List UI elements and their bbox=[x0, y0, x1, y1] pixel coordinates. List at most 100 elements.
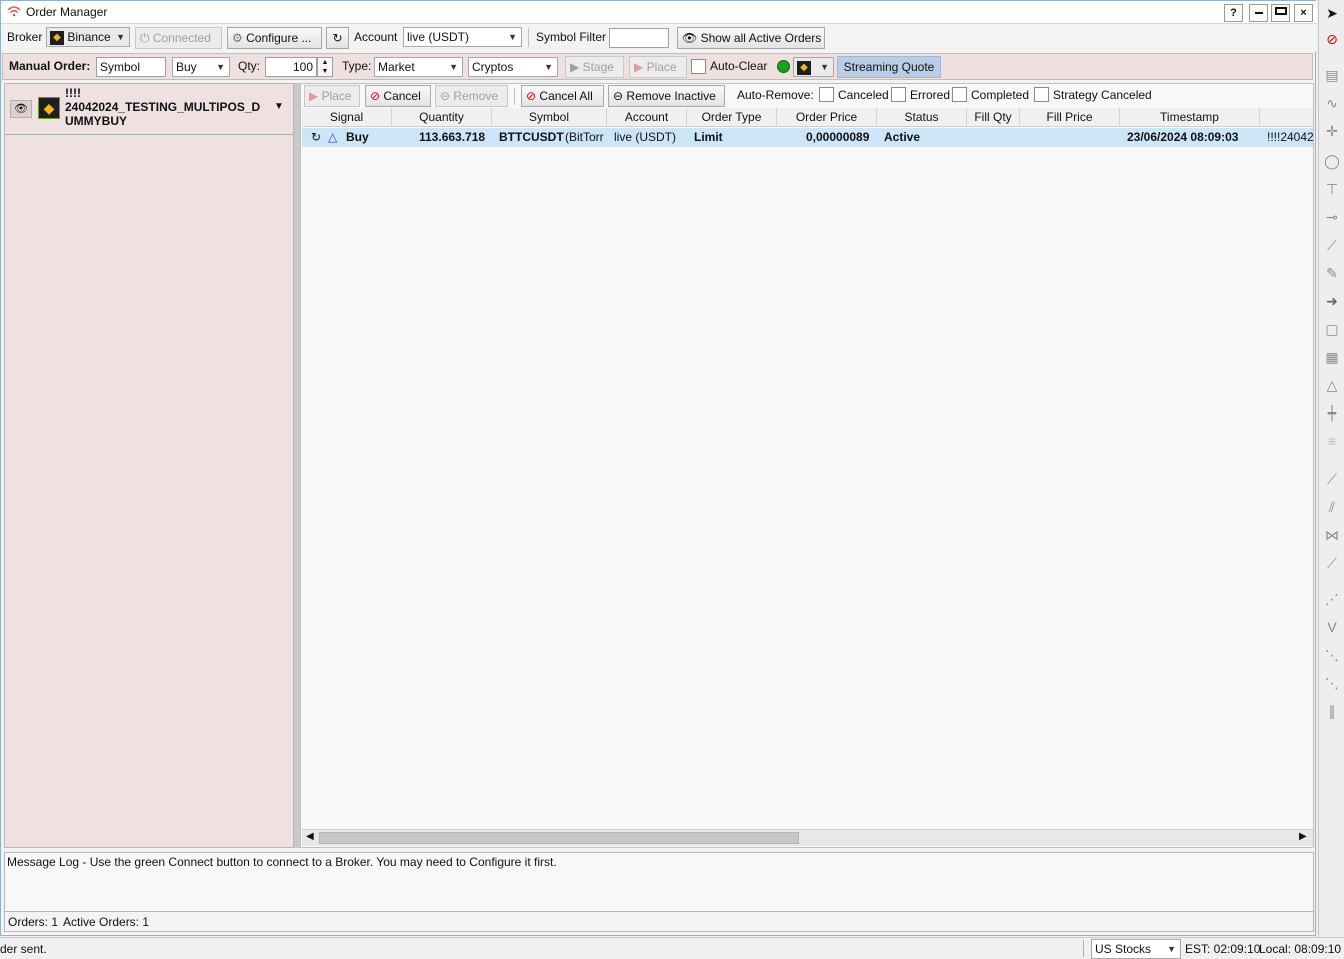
broker-select[interactable]: ◆ Binance ▼ bbox=[46, 27, 130, 47]
strategy-pane: 👁 ◆ !!!! 24042024_TESTING_MULTIPOS_D UMM… bbox=[4, 83, 294, 848]
manual-order-bar: Manual Order: Symbol Buy ▼ Qty: 100 ▲ ▼ T… bbox=[2, 53, 1313, 80]
qty-input[interactable]: 100 bbox=[265, 57, 317, 77]
scroll-right-icon[interactable]: ▶ bbox=[1299, 831, 1307, 842]
asset-class-select[interactable]: Cryptos ▼ bbox=[468, 57, 558, 77]
cancel-all-button[interactable]: ⊘ Cancel All bbox=[521, 85, 604, 107]
column-header-quantity[interactable]: Quantity bbox=[392, 108, 492, 127]
horizontal-line-icon[interactable]: ⊸ bbox=[1321, 206, 1343, 228]
prohibited-icon: ⊘ bbox=[370, 89, 381, 103]
eye-icon: 👁 bbox=[14, 103, 28, 115]
connect-button[interactable]: ⏻ Connected bbox=[135, 27, 222, 49]
cell-order-price: 0,00000089 bbox=[806, 130, 870, 144]
column-header-order-type[interactable]: Order Type bbox=[687, 108, 777, 127]
app-status-bar: der sent. US Stocks ▼ EST: 02:09:10 Loca… bbox=[0, 937, 1344, 959]
pitchfork-icon[interactable]: ⋱ bbox=[1321, 644, 1343, 666]
symbol-filter-input[interactable] bbox=[609, 28, 669, 48]
market-select-value: US Stocks bbox=[1095, 942, 1152, 956]
column-header-fill-qty[interactable]: Fill Qty bbox=[967, 108, 1020, 127]
symbol-input[interactable]: Symbol bbox=[96, 57, 166, 77]
column-header-fill-price[interactable]: Fill Price bbox=[1020, 108, 1120, 127]
column-header-timestamp[interactable]: Timestamp bbox=[1120, 108, 1260, 127]
est-clock: EST: 02:09:10 bbox=[1185, 942, 1261, 956]
auto-remove-errored-checkbox[interactable] bbox=[891, 87, 906, 102]
remove-button[interactable]: ⊖ Remove bbox=[435, 85, 508, 107]
visibility-toggle[interactable]: 👁 bbox=[10, 100, 32, 118]
auto-clear-label: Auto-Clear bbox=[710, 59, 768, 73]
column-header-order-price[interactable]: Order Price bbox=[777, 108, 877, 127]
order-manager-window: Order Manager ? × Broker ◆ Binance ▼ ⏻ C… bbox=[0, 0, 1317, 936]
crosshair-icon[interactable]: ✛ bbox=[1321, 120, 1343, 142]
place-button[interactable]: ▶ Place bbox=[304, 85, 360, 107]
auto-clear-checkbox[interactable] bbox=[691, 59, 706, 74]
broker-toolbar: Broker ◆ Binance ▼ ⏻ Connected ⚙ Configu… bbox=[1, 24, 1317, 52]
account-select-value: live (USDT) bbox=[407, 30, 469, 44]
regression-icon[interactable]: ⋱ bbox=[1321, 672, 1343, 694]
scroll-left-icon[interactable]: ◀ bbox=[306, 831, 314, 842]
text-note-icon[interactable]: ▦ bbox=[1321, 346, 1343, 368]
channel-icon[interactable]: ⫽ bbox=[1321, 496, 1343, 518]
remove-inactive-button[interactable]: ⊖ Remove Inactive bbox=[608, 85, 725, 107]
market-select[interactable]: US Stocks ▼ bbox=[1091, 939, 1181, 959]
strategy-item[interactable]: 👁 ◆ !!!! 24042024_TESTING_MULTIPOS_D UMM… bbox=[5, 84, 293, 135]
ray-icon[interactable]: ⟋ bbox=[1321, 468, 1343, 490]
trend-line-icon[interactable]: ⟋ bbox=[1321, 234, 1343, 256]
scrollbar-thumb[interactable] bbox=[319, 832, 799, 844]
streaming-quote-button[interactable]: Streaming Quote bbox=[837, 56, 941, 78]
fib-fan-icon[interactable]: ⋰ bbox=[1321, 588, 1343, 610]
caret-down-icon[interactable]: ▼ bbox=[274, 101, 284, 112]
vertical-line-icon[interactable]: ⊤ bbox=[1321, 178, 1343, 200]
column-header-symbol[interactable]: Symbol bbox=[492, 108, 607, 127]
stage-button[interactable]: ▶ Stage bbox=[565, 56, 624, 78]
column-header-status[interactable]: Status bbox=[877, 108, 967, 127]
arrow-right-icon[interactable]: ➜ bbox=[1321, 290, 1343, 312]
cell-status: Active bbox=[884, 130, 921, 144]
minimize-button[interactable] bbox=[1249, 4, 1268, 22]
divider bbox=[514, 88, 515, 105]
order-type-select[interactable]: Market ▼ bbox=[374, 57, 463, 77]
triangle-icon[interactable]: △ bbox=[1321, 374, 1343, 396]
ellipse-icon[interactable]: ◯ bbox=[1321, 150, 1343, 172]
maximize-button[interactable] bbox=[1271, 4, 1290, 22]
connect-button-label: Connected bbox=[152, 31, 211, 45]
local-clock: Local: 08:09:10 bbox=[1259, 942, 1342, 956]
fibonacci-icon[interactable]: ≡ bbox=[1321, 430, 1343, 452]
play-icon: ▶ bbox=[634, 60, 644, 74]
configure-button[interactable]: ⚙ Configure ... bbox=[227, 27, 322, 49]
horizontal-scrollbar[interactable]: ◀ ▶ bbox=[302, 829, 1313, 846]
side-select-value: Buy bbox=[176, 60, 197, 74]
account-select[interactable]: live (USDT) ▼ bbox=[403, 27, 522, 47]
refresh-button[interactable]: ↻ bbox=[326, 27, 349, 49]
close-button[interactable]: × bbox=[1294, 4, 1313, 22]
column-header-account[interactable]: Account bbox=[607, 108, 687, 127]
cancel-button[interactable]: ⊘ Cancel bbox=[365, 85, 431, 107]
ruler-icon[interactable]: ┿ bbox=[1321, 402, 1343, 424]
cell-order-type: Limit bbox=[694, 130, 723, 144]
time-cycles-icon[interactable]: ∥ bbox=[1321, 700, 1343, 722]
auto-remove-strategy-canceled-checkbox[interactable] bbox=[1034, 87, 1049, 102]
side-select[interactable]: Buy ▼ bbox=[172, 57, 230, 77]
cursor-icon[interactable]: ➤ bbox=[1321, 2, 1343, 24]
column-header-signal[interactable]: Signal bbox=[302, 108, 392, 127]
rectangle-icon[interactable]: ▢ bbox=[1321, 318, 1343, 340]
auto-remove-canceled-checkbox[interactable] bbox=[819, 87, 834, 102]
order-type-value: Market bbox=[378, 60, 415, 74]
stage-label: Stage bbox=[582, 60, 614, 74]
place-manual-button[interactable]: ▶ Place bbox=[629, 56, 687, 78]
calendar-icon[interactable]: ▤ bbox=[1321, 64, 1343, 86]
eye-icon: 👁 bbox=[682, 31, 698, 45]
extended-line-icon[interactable]: ⟋ bbox=[1321, 552, 1343, 574]
auto-remove-completed-checkbox[interactable] bbox=[952, 87, 967, 102]
cell-symbol: BTTCUSDT bbox=[499, 130, 564, 144]
pencil-icon[interactable]: ✎ bbox=[1321, 262, 1343, 284]
qty-stepper[interactable]: ▲ ▼ bbox=[317, 57, 333, 77]
prohibited-icon[interactable]: ⊘ bbox=[1321, 28, 1343, 50]
pattern-icon[interactable]: ⋈ bbox=[1321, 524, 1343, 546]
help-button[interactable]: ? bbox=[1224, 4, 1243, 22]
quote-source-select[interactable]: ◆ ▼ bbox=[793, 57, 834, 77]
gann-icon[interactable]: V bbox=[1321, 616, 1343, 638]
plug-icon: ⏻ bbox=[140, 31, 150, 45]
magnet-icon[interactable]: ∿ bbox=[1321, 92, 1343, 114]
binance-logo-icon: ◆ bbox=[50, 30, 64, 45]
show-all-active-orders-button[interactable]: 👁 Show all Active Orders bbox=[677, 27, 825, 49]
table-row[interactable]: ↻ △ Buy 113.663.718 BTTCUSDT (BitTorr li… bbox=[302, 128, 1313, 147]
